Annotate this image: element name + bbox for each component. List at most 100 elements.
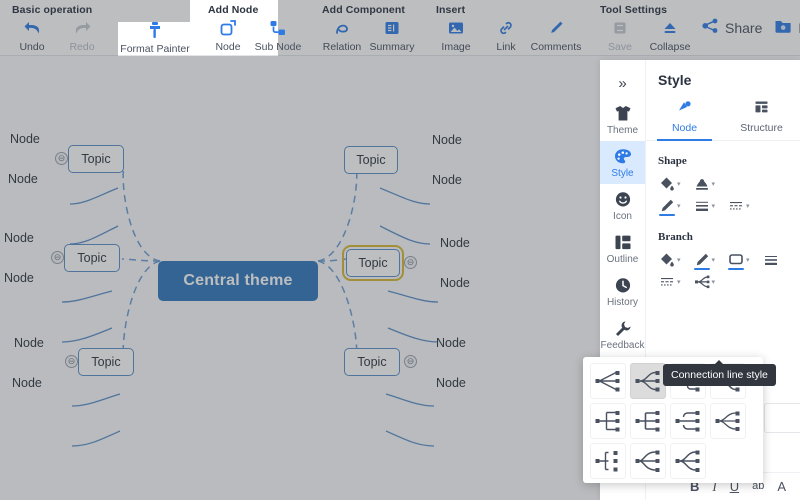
sidebar-item-feedback[interactable]: Feedback	[600, 313, 645, 356]
section-title-branch: Branch	[658, 231, 693, 243]
leaf-node-1a[interactable]: Node	[10, 132, 40, 146]
relation-icon	[333, 18, 351, 38]
toolbar-group-add-component: Add Component Relation Summary	[310, 0, 424, 56]
leaf-node-4b[interactable]: Node	[432, 173, 462, 187]
leaf-node-3a[interactable]: Node	[14, 336, 44, 350]
chevron-down-icon: ▾	[677, 203, 681, 210]
option-style-tapered-right[interactable]	[590, 363, 626, 399]
insert-image-button[interactable]: Image	[432, 16, 480, 53]
panel-collapse-button[interactable]: »	[600, 68, 645, 98]
leaf-node-6a[interactable]: Node	[436, 336, 466, 350]
topic-node-5-selected[interactable]: Topic	[342, 245, 404, 281]
add-node-button[interactable]: Node	[204, 16, 252, 53]
topic-node-4[interactable]: Topic	[344, 146, 398, 174]
option-style-fan-out[interactable]	[710, 403, 746, 439]
chevron-double-right-icon: »	[618, 74, 627, 92]
line-weight-icon	[762, 251, 780, 269]
option-style-taper-fan[interactable]	[630, 443, 666, 479]
summary-button[interactable]: Summary	[368, 16, 416, 53]
add-sub-node-button[interactable]: Sub Node	[254, 16, 302, 53]
format-painter-button[interactable]: Format Painter	[120, 18, 190, 55]
branch-line-dash-picker[interactable]: ▾	[658, 273, 681, 291]
insert-link-button[interactable]: Link	[482, 16, 530, 53]
topic-label: Topic	[358, 256, 388, 270]
save-button[interactable]: Save	[596, 16, 644, 53]
connection-line-style-picker[interactable]: ▾	[693, 273, 715, 291]
leaf-node-5b[interactable]: Node	[440, 276, 470, 290]
leaf-node-5a[interactable]: Node	[440, 236, 470, 250]
toolbar-actions: Share Exp	[702, 0, 800, 56]
structure-select[interactable]: ▾	[764, 403, 800, 433]
toolbar-group-title	[122, 0, 188, 4]
leaf-node-3b[interactable]: Node	[12, 376, 42, 390]
pen-color-icon	[658, 197, 676, 216]
branch-fill-color-picker[interactable]: ▾	[658, 251, 681, 269]
collapse-toggle-1[interactable]: ⊖	[55, 152, 68, 165]
comments-pen-icon	[547, 18, 565, 38]
chevron-down-icon: ▾	[677, 257, 681, 264]
sidebar-item-outline[interactable]: Outline	[600, 227, 645, 270]
export-button[interactable]: Exp	[774, 18, 800, 39]
relation-button[interactable]: Relation	[318, 16, 366, 53]
sidebar-item-icon[interactable]: Icon	[600, 184, 645, 227]
leaf-node-2b[interactable]: Node	[4, 271, 34, 285]
sidebar-item-style[interactable]: Style	[600, 141, 645, 184]
topic-node-3[interactable]: Topic	[78, 348, 134, 376]
sidebar-item-theme[interactable]: Theme	[600, 98, 645, 141]
collapse-toggle-5[interactable]: ⊖	[404, 256, 417, 269]
branch-line-weight-picker[interactable]	[762, 251, 780, 269]
panel-tabs: Node Structure	[646, 96, 800, 141]
sidebar-item-label: History	[606, 297, 639, 308]
relation-label: Relation	[322, 41, 362, 53]
shape-border-icon	[693, 175, 711, 193]
tab-node[interactable]: Node	[646, 96, 723, 141]
collapse-glyph: ⊖	[406, 356, 415, 366]
collapse-toggle-6[interactable]: ⊖	[404, 355, 417, 368]
option-style-curved-right[interactable]	[630, 363, 666, 399]
option-style-elbow-bracket[interactable]	[590, 403, 626, 439]
undo-button[interactable]: Undo	[8, 16, 56, 53]
leaf-node-6b[interactable]: Node	[436, 376, 466, 390]
collapse-toggle-3[interactable]: ⊖	[65, 355, 78, 368]
topic-node-2[interactable]: Topic	[64, 244, 120, 272]
branch-pen-color-picker[interactable]: ▾	[693, 251, 715, 270]
collapse-button[interactable]: Collapse	[646, 16, 694, 53]
tab-node-label: Node	[671, 122, 698, 134]
fill-color-picker[interactable]: ▾	[658, 175, 681, 193]
sidebar-item-label: Icon	[613, 211, 632, 222]
option-style-straight-comb[interactable]	[590, 443, 626, 479]
leaf-node-1b[interactable]: Node	[8, 172, 38, 186]
leaf-node-2a[interactable]: Node	[4, 231, 34, 245]
add-sub-node-label: Sub Node	[254, 41, 302, 53]
topic-node-6[interactable]: Topic	[344, 348, 400, 376]
leaf-node-4a[interactable]: Node	[432, 133, 462, 147]
app-root: Basic operation Undo Redo Format Painter…	[0, 0, 800, 500]
share-button[interactable]: Share	[702, 18, 762, 39]
add-node-label: Node	[215, 41, 241, 53]
central-theme-node[interactable]: Central theme	[158, 261, 318, 301]
undo-label: Undo	[19, 41, 45, 53]
chevron-down-icon: ▾	[711, 203, 716, 210]
collapse-toggle-2[interactable]: ⊖	[51, 251, 64, 264]
toolbar-group-title: Add Node	[208, 4, 259, 16]
toolbar-group-add-node: Add Node Node Sub Node	[196, 0, 310, 56]
redo-button[interactable]: Redo	[58, 16, 106, 53]
shape-row-2: ▾ ▾ ▾	[646, 195, 800, 217]
option-style-arc-fan[interactable]	[670, 443, 706, 479]
option-style-elbow-curve[interactable]	[670, 403, 706, 439]
branch-shape-picker[interactable]: ▾	[727, 251, 750, 270]
shape-border-picker[interactable]: ▾	[693, 175, 715, 193]
option-style-elbow-square[interactable]	[630, 403, 666, 439]
topic-node-1[interactable]: Topic	[68, 145, 124, 173]
tab-structure[interactable]: Structure	[723, 96, 800, 140]
format-painter-label: Format Painter	[120, 43, 190, 55]
font-color-button[interactable]: A	[777, 480, 786, 493]
pen-color-picker[interactable]: ▾	[658, 197, 681, 216]
line-weight-picker[interactable]: ▾	[693, 197, 716, 215]
line-dash-picker[interactable]: ▾	[727, 197, 750, 215]
insert-comments-button[interactable]: Comments	[531, 16, 581, 53]
sidebar-item-history[interactable]: History	[600, 270, 645, 313]
pen-color-icon	[693, 251, 711, 270]
image-icon	[447, 18, 465, 38]
chevron-down-icon: ▾	[746, 203, 750, 210]
